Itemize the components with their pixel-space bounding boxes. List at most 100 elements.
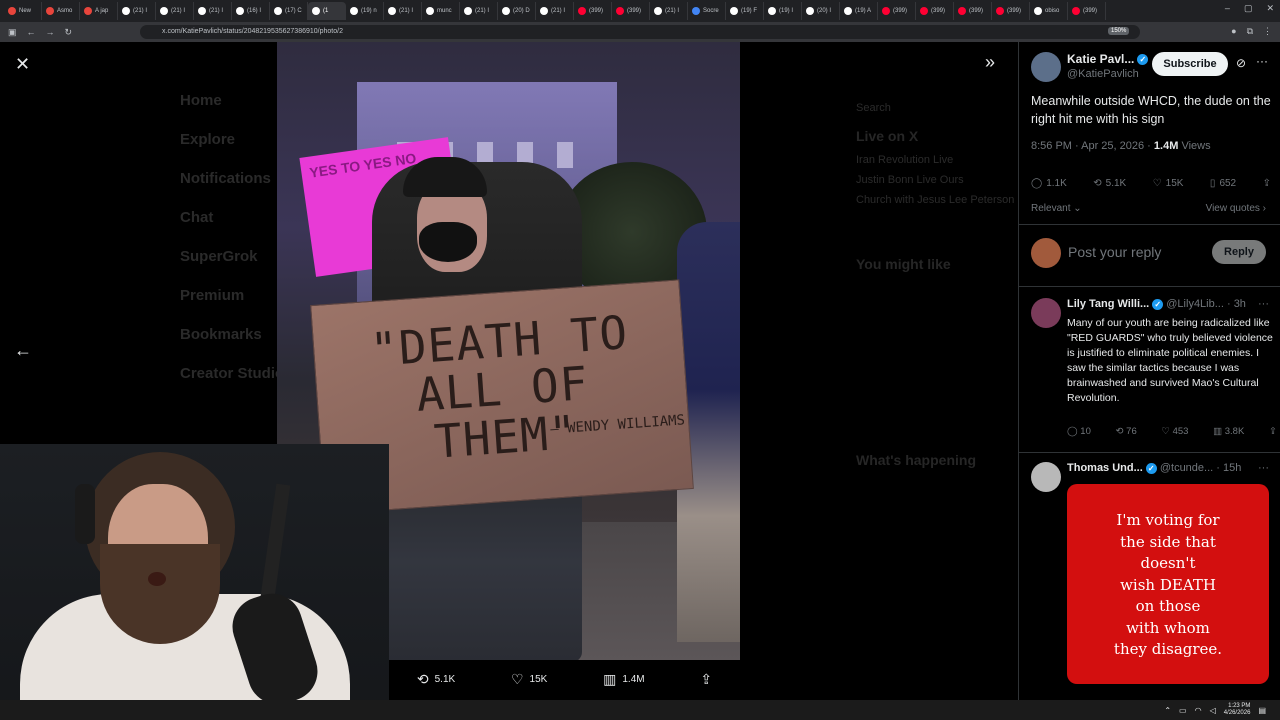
browser-tab[interactable]: (19) F [726,2,764,20]
browser-tab[interactable]: (21) I [118,2,156,20]
volume-icon[interactable]: ◁ [1210,706,1216,715]
reply-actions: ◯ 10 ⟲ 76 ♡ 453 ▥ 3.8K ⇪ [1067,426,1277,437]
bg-nav-notifications: Notifications [180,170,271,187]
more-options-icon[interactable]: ··· [1258,298,1269,310]
maximize-icon[interactable]: ▢ [1244,3,1253,14]
close-window-icon[interactable]: ✕ [1266,3,1274,14]
browser-tab[interactable]: A jap [80,2,118,20]
sidebar-toggle-icon[interactable]: ▣ [8,27,17,38]
browser-tab-bar: New Asmo A jap (21) I (21) I (21) I (16) I (17)… [0,0,1280,22]
author-handle[interactable]: @KatiePavlich [1067,68,1139,80]
tweet-timestamp[interactable]: 8:56 PM · Apr 25, 2026 · [1031,140,1151,152]
browser-tab[interactable]: (20) I [802,2,840,20]
media-share-button[interactable]: ⇪ [700,671,712,688]
media-views-button[interactable]: ▥ 1.4M [603,671,644,688]
notifications-icon[interactable]: ▤ [1258,706,1266,715]
browser-tab[interactable]: (21) I [156,2,194,20]
retweet-button[interactable]: ⟲ 5.1K [1093,178,1126,189]
reply-views-button[interactable]: ▥ 3.8K [1213,426,1244,437]
profile-icon[interactable]: ● [1231,26,1236,37]
tab-favicon-icon [996,7,1004,15]
collapse-panel-icon[interactable]: » [985,52,995,73]
browser-tab[interactable]: (19) I [764,2,802,20]
author-avatar[interactable] [1031,52,1061,82]
bg-nav-chat: Chat [180,209,214,226]
reply-author[interactable]: Thomas Und... ✓ @tcunde... · 15h [1067,462,1241,474]
sort-relevant-dropdown[interactable]: Relevant ⌄ [1031,203,1082,214]
forward-icon[interactable]: → [46,27,55,37]
browser-tab[interactable]: (16) I [232,2,270,20]
bookmark-icon: ▯ [1209,178,1216,189]
browser-tab[interactable]: New [4,2,42,20]
browser-tab[interactable]: (399) [574,2,612,20]
browser-tab[interactable]: (21) I [460,2,498,20]
minimize-icon[interactable]: – [1225,3,1230,14]
grok-icon[interactable]: ⊘ [1236,56,1246,70]
browser-tab[interactable]: (399) [1068,2,1106,20]
zoom-badge[interactable]: 150% [1108,27,1130,35]
reply-item[interactable]: Thomas Und... ✓ @tcunde... · 15h ··· I'm … [1019,462,1280,692]
menu-icon[interactable]: ⋮ [1263,26,1272,37]
reply-icon: ◯ [1031,178,1043,189]
clock[interactable]: 1:23 PM 4/26/2026 [1224,703,1251,717]
browser-tab[interactable]: (399) [878,2,916,20]
tab-favicon-icon [160,7,168,15]
browser-tab[interactable]: (17) C [270,2,308,20]
tweet-views-count: 1.4M [1153,140,1179,152]
reply-input[interactable]: Post your reply [1068,244,1161,260]
browser-tab[interactable]: (21) I [536,2,574,20]
reply-reply-button[interactable]: ◯ 10 [1067,426,1091,437]
reply-share-button[interactable]: ⇪ [1269,426,1277,437]
browser-tab[interactable]: (21) I [194,2,232,20]
tab-label: (19) F [741,8,758,14]
media-like-button[interactable]: ♡ 15K [511,671,547,688]
tab-label: (17) C [285,8,302,14]
browser-tab[interactable]: obiso [1030,2,1068,20]
my-avatar[interactable] [1031,238,1061,268]
subscribe-button[interactable]: Subscribe [1152,52,1228,76]
reply-button[interactable]: ◯ 1.1K [1031,178,1067,189]
extensions-icon[interactable]: ⧉ [1247,26,1253,37]
retweet-icon: ⟲ [1093,178,1102,189]
reload-icon[interactable]: ↻ [65,27,73,38]
previous-arrow-icon[interactable]: ← [14,340,32,361]
reply-submit-button[interactable]: Reply [1212,240,1266,264]
network-icon[interactable]: ▭ [1179,706,1187,715]
reply-image-card[interactable]: I'm voting for the side that doesn't wis… [1067,484,1269,684]
wifi-icon[interactable]: ◠ [1195,706,1202,715]
browser-tab[interactable]: Asmo [42,2,80,20]
browser-tab[interactable]: (19) n [346,2,384,20]
reply-author[interactable]: Lily Tang Willi... ✓ @Lily4Lib... · 3h [1067,298,1246,310]
close-icon[interactable]: ✕ [15,54,30,75]
like-button[interactable]: ♡ 15K [1153,178,1184,189]
media-retweet-button[interactable]: ⟲ 5.1K [417,671,455,688]
browser-tab[interactable]: (21) I [650,2,688,20]
reply-retweet-button[interactable]: ⟲ 76 [1116,426,1137,437]
reply-item[interactable]: Lily Tang Willi... ✓ @Lily4Lib... · 3h ··… [1019,298,1280,448]
browser-tab[interactable]: (399) [916,2,954,20]
browser-tab[interactable]: (1 [308,2,346,20]
chevron-up-icon[interactable]: ⌃ [1164,706,1171,715]
browser-tab[interactable]: (399) [612,2,650,20]
browser-tab[interactable]: (20) D [498,2,536,20]
reply-like-button[interactable]: ♡ 453 [1161,426,1188,437]
browser-tab[interactable]: (399) [992,2,1030,20]
url-bar[interactable]: x.com/KatiePavlich/status/20482195356273… [140,25,1140,39]
reply-age: · 3h [1226,298,1246,310]
view-quotes-link[interactable]: View quotes › [1206,203,1266,214]
browser-tab[interactable]: Socre [688,2,726,20]
bg-live-item: Iran Revolution Live [856,154,954,166]
reply-avatar[interactable] [1031,298,1061,328]
browser-tab[interactable]: (399) [954,2,992,20]
more-options-icon[interactable]: ··· [1256,54,1268,68]
browser-tab[interactable]: (21) I [384,2,422,20]
share-button[interactable]: ⇪ [1263,178,1271,189]
browser-tab[interactable]: munc [422,2,460,20]
bookmark-button[interactable]: ▯ 652 [1210,178,1236,189]
reply-avatar[interactable] [1031,462,1061,492]
tab-label: (20) I [817,8,832,14]
browser-tab[interactable]: (19) A [840,2,878,20]
author-name[interactable]: Katie Pavl... ✓ [1067,52,1149,66]
more-options-icon[interactable]: ··· [1258,462,1269,474]
back-icon[interactable]: ← [27,27,36,37]
